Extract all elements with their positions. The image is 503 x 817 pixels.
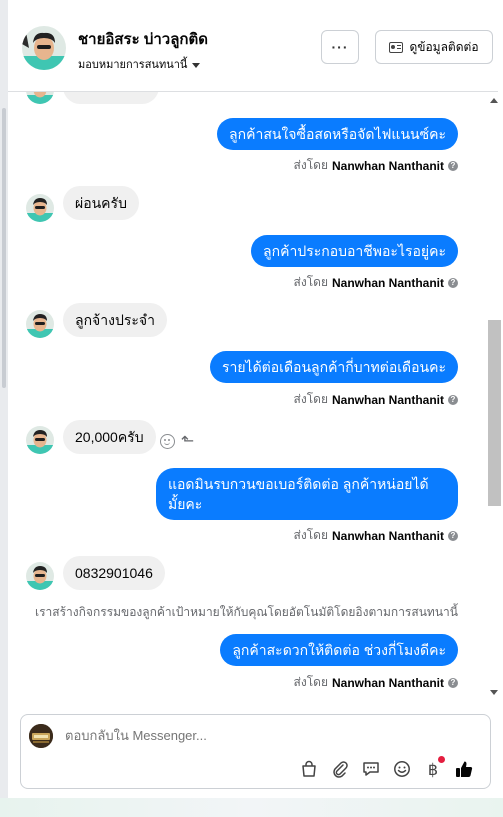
sent-by-label: ส่งโดย Nanwhan Nanthanit? — [294, 156, 458, 175]
outgoing-message[interactable]: รายได้ต่อเดือนลูกค้ากี่บาทต่อเดือนคะ — [209, 351, 458, 383]
contact-name[interactable]: ชายอิสระ บ่าวลูกติด — [78, 27, 208, 51]
contact-avatar-small — [26, 310, 54, 338]
notification-dot — [438, 756, 445, 763]
view-contact-details-label: ดูข้อมูลติดต่อ — [409, 39, 479, 54]
chat-bubble-icon[interactable] — [361, 759, 381, 779]
sent-by-label: ส่งโดย Nanwhan Nanthanit? — [294, 273, 458, 292]
help-icon[interactable]: ? — [448, 160, 458, 171]
contact-avatar-small — [26, 194, 54, 222]
sender-name[interactable]: Nanwhan Nanthanit — [332, 276, 444, 290]
help-icon[interactable]: ? — [448, 677, 458, 688]
thread-scrollbar[interactable] — [486, 92, 503, 702]
reply-composer: ฿ — [20, 714, 491, 789]
message-thread[interactable]: ทำงานอะไร ลูกค้าสนใจซื้อสดหรือจัดไฟแนนซ์… — [8, 92, 486, 702]
outgoing-message[interactable]: แอดมินรบกวนขอเบอร์ติดต่อ ลูกค้าหน่อยได้ม… — [156, 468, 458, 520]
incoming-message[interactable]: ทำงานอะไร — [63, 92, 159, 104]
outgoing-message[interactable]: ลูกค้าสะดวกให้ติดต่อ ช่วงกี่โมงดีคะ — [220, 634, 458, 666]
caret-down-icon — [192, 62, 201, 68]
thumbs-up-icon[interactable] — [454, 759, 474, 779]
react-smiley-icon[interactable] — [160, 434, 175, 449]
more-icon: ··· — [331, 39, 349, 55]
help-icon[interactable]: ? — [448, 277, 458, 288]
assign-label: มอบหมายการสนทนานี้ — [78, 59, 188, 71]
outer-scrollbar-thumb[interactable] — [2, 108, 6, 388]
thread-scrollbar-thumb[interactable] — [488, 320, 501, 506]
scroll-down-icon[interactable] — [490, 690, 498, 695]
incoming-message[interactable]: 0832901046 — [63, 556, 165, 590]
sent-by-label: ส่งโดย Nanwhan Nanthanit? — [294, 390, 458, 409]
help-icon[interactable]: ? — [448, 530, 458, 541]
sender-name[interactable]: Nanwhan Nanthanit — [332, 393, 444, 407]
contact-avatar-small — [26, 92, 54, 104]
assign-conversation-dropdown[interactable]: มอบหมายการสนทนานี้ — [78, 55, 201, 73]
shopping-bag-icon[interactable] — [299, 759, 319, 779]
paperclip-icon[interactable] — [330, 759, 350, 779]
incoming-message[interactable]: ลูกจ้างประจำ — [63, 303, 167, 337]
outgoing-message[interactable]: ลูกค้าประกอบอาชีพอะไรอยู่คะ — [251, 235, 458, 267]
sent-by-label: ส่งโดย Nanwhan Nanthanit? — [294, 673, 458, 692]
reply-input[interactable] — [65, 728, 365, 743]
sent-by-prefix: ส่งโดย — [293, 275, 328, 289]
help-icon[interactable]: ? — [448, 394, 458, 405]
contact-card-icon — [389, 41, 404, 53]
composer-toolbar: ฿ — [299, 756, 474, 779]
reply-icon[interactable]: ⬑ — [181, 434, 194, 450]
incoming-message[interactable]: ผ่อนครับ — [63, 186, 139, 220]
incoming-message[interactable]: 20,000ครับ — [63, 420, 156, 454]
sent-by-prefix: ส่งโดย — [293, 392, 328, 406]
system-note: เราสร้างกิจกรรมของลูกค้าเป้าหมายให้กับคุ… — [35, 605, 458, 619]
more-options-button[interactable]: ··· — [321, 30, 359, 64]
contact-avatar[interactable] — [22, 26, 66, 70]
contact-avatar-small — [26, 562, 54, 590]
messenger-window: ชายอิสระ บ่าวลูกติด มอบหมายการสนทนานี้ ·… — [0, 0, 503, 817]
sent-by-prefix: ส่งโดย — [293, 675, 328, 689]
view-contact-details-button[interactable]: ดูข้อมูลติดต่อ — [375, 30, 493, 64]
sent-by-prefix: ส่งโดย — [293, 528, 328, 542]
sender-name[interactable]: Nanwhan Nanthanit — [332, 676, 444, 690]
page-background-strip — [0, 798, 503, 817]
sender-name[interactable]: Nanwhan Nanthanit — [332, 159, 444, 173]
sent-by-label: ส่งโดย Nanwhan Nanthanit? — [294, 526, 458, 545]
scroll-up-icon[interactable] — [490, 98, 498, 103]
conversation-header: ชายอิสระ บ่าวลูกติด มอบหมายการสนทนานี้ ·… — [8, 0, 498, 92]
sent-by-prefix: ส่งโดย — [293, 158, 328, 172]
outgoing-message[interactable]: ลูกค้าสนใจซื้อสดหรือจัดไฟแนนซ์คะ — [217, 118, 458, 150]
baht-icon[interactable]: ฿ — [423, 756, 445, 779]
outer-scrollbar[interactable] — [0, 0, 8, 817]
page-avatar — [29, 724, 53, 748]
contact-avatar-small — [26, 426, 54, 454]
message-actions: ⬑ — [160, 434, 194, 450]
sender-name[interactable]: Nanwhan Nanthanit — [332, 529, 444, 543]
smiley-icon[interactable] — [392, 759, 412, 779]
